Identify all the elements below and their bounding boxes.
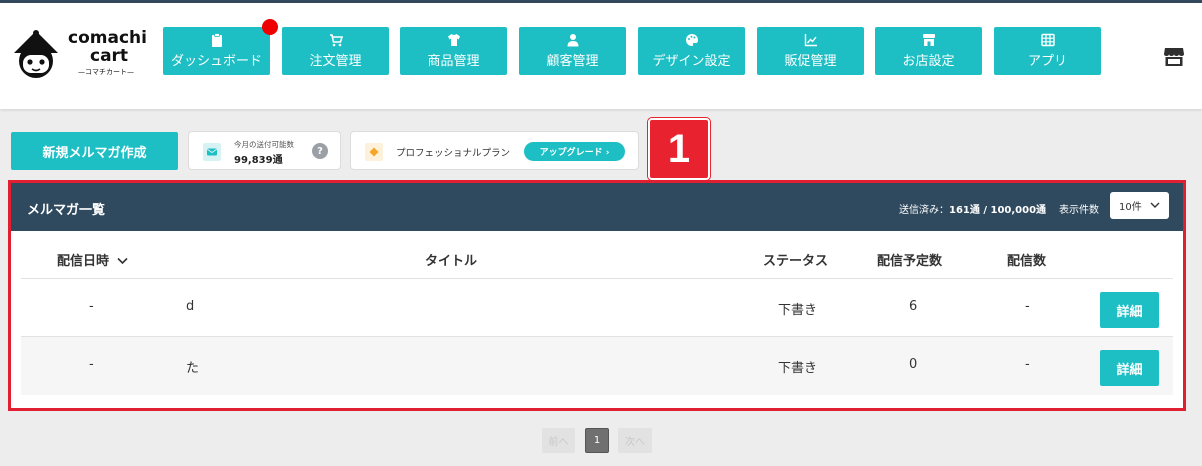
cell-scheduled: 6: [909, 299, 918, 314]
mascot-icon: [14, 30, 58, 78]
send-quota-card: 今月の送付可能数 99,839通 ?: [188, 131, 341, 170]
nav-dashboard[interactable]: ダッシュボード: [163, 19, 278, 75]
nav-store-settings[interactable]: お店設定: [875, 27, 982, 75]
newsletter-list-panel: メルマガ一覧 送信済み：161通 / 100,000通 表示件数 10件 配信日…: [11, 183, 1183, 408]
plan-card: プロフェッショナルプラン アップグレード ›: [350, 131, 639, 170]
chart-line-icon: [804, 34, 817, 47]
cart-icon: [329, 34, 343, 47]
user-icon: [567, 34, 578, 47]
sent-count: 送信済み：161通 / 100,000通: [899, 201, 1046, 216]
detail-button[interactable]: 詳細: [1100, 292, 1159, 328]
nav-promotions-label: 販促管理: [784, 54, 837, 69]
cell-date: -: [89, 357, 94, 372]
cell-date: -: [89, 299, 94, 314]
col-scheduled-label: 配信予定数: [877, 254, 943, 269]
nav-design-settings-label: デザイン設定: [652, 54, 731, 69]
per-page-label: 表示件数: [1059, 205, 1099, 216]
col-title-label: タイトル: [425, 254, 478, 269]
nav-orders-label: 注文管理: [309, 54, 362, 69]
per-page-value: 10件: [1119, 202, 1142, 213]
nav-products-label: 商品管理: [427, 54, 480, 69]
annotation-callout: 1: [648, 118, 710, 180]
cell-status: 下書き: [778, 361, 818, 376]
table-row: - た 下書き 0 - 詳細: [21, 337, 1173, 395]
app-header: comachi cart —コマチカート— ダッシュボード 注文管理 商品管理 …: [0, 3, 1202, 109]
cell-delivered: -: [1025, 357, 1030, 372]
cell-title: た: [186, 361, 200, 376]
grid-icon: [1040, 33, 1055, 47]
sort-by-date-header[interactable]: 配信日時: [57, 250, 128, 269]
plan-label: プロフェッショナルプラン: [396, 148, 511, 159]
upgrade-button[interactable]: アップグレード ›: [524, 142, 625, 161]
table-row: - d 下書き 6 - 詳細: [21, 279, 1173, 337]
nav-apps-label: アプリ: [1027, 54, 1067, 69]
nav-customers[interactable]: 顧客管理: [519, 27, 626, 75]
store-icon: [922, 34, 935, 46]
cell-delivered: -: [1025, 299, 1030, 314]
cell-title: d: [186, 299, 195, 314]
create-newsletter-button[interactable]: 新規メルマガ作成: [11, 132, 178, 170]
chevron-down-icon: [116, 257, 128, 265]
detail-button[interactable]: 詳細: [1100, 350, 1159, 386]
tshirt-icon: [447, 34, 460, 46]
pagination-page-current[interactable]: 1: [585, 428, 609, 453]
panel-header: メルマガ一覧 送信済み：161通 / 100,000通 表示件数 10件: [11, 183, 1183, 231]
notification-dot: [262, 19, 278, 35]
brand-wordmark: comachi cart —コマチカート—: [68, 29, 147, 77]
brand-name-line1: comachi: [68, 28, 147, 48]
nav-dashboard-label: ダッシュボード: [170, 54, 262, 69]
col-delivered-label: 配信数: [1007, 254, 1047, 269]
palette-icon: [685, 34, 698, 46]
table-header: 配信日時 タイトル ステータス 配信予定数 配信数: [21, 231, 1173, 279]
cell-status: 下書き: [778, 303, 818, 318]
nav-orders[interactable]: 注文管理: [282, 27, 389, 75]
pagination-next[interactable]: 次へ: [618, 428, 652, 453]
storefront-icon[interactable]: [1162, 45, 1186, 69]
clipboard-icon: [211, 33, 222, 47]
nav-store-settings-label: お店設定: [902, 54, 955, 69]
cell-scheduled: 0: [909, 357, 918, 372]
col-status-label: ステータス: [763, 254, 829, 269]
quota-label: 今月の送付可能数: [234, 140, 294, 149]
col-date-label: 配信日時: [57, 254, 110, 269]
quota-value: 99,839通: [234, 155, 283, 166]
per-page-select[interactable]: 10件: [1110, 192, 1169, 219]
nav-promotions[interactable]: 販促管理: [757, 27, 864, 75]
chevron-down-icon: [1150, 202, 1160, 208]
pagination-prev[interactable]: 前へ: [542, 428, 575, 453]
brand-logo[interactable]: comachi cart —コマチカート—: [12, 27, 157, 87]
mail-icon: [203, 143, 221, 161]
panel-title: メルマガ一覧: [27, 203, 106, 218]
nav-products[interactable]: 商品管理: [400, 27, 507, 75]
sent-value: 161通 / 100,000通: [949, 205, 1047, 216]
help-icon[interactable]: ?: [312, 143, 328, 159]
diamond-icon: [365, 143, 383, 161]
nav-design-settings[interactable]: デザイン設定: [638, 27, 745, 75]
sent-prefix: 送信済み：: [899, 205, 949, 216]
brand-name-line2: cart: [90, 46, 129, 66]
brand-tagline: —コマチカート—: [78, 68, 134, 76]
nav-apps[interactable]: アプリ: [994, 27, 1101, 75]
nav-customers-label: 顧客管理: [546, 54, 599, 69]
